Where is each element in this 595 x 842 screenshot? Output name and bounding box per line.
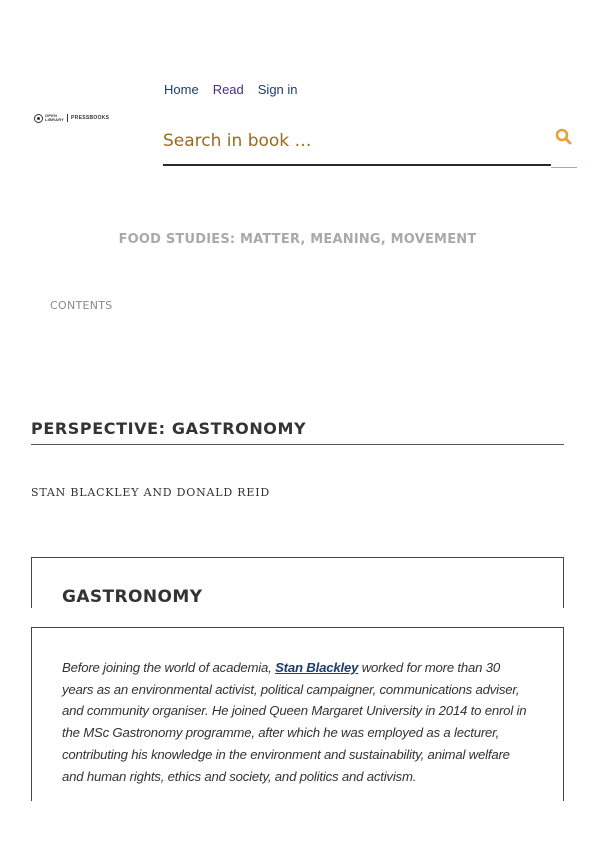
author-link-stan-blackley[interactable]: Stan Blackley: [275, 660, 358, 675]
bio-text-rest: worked for more than 30 years as an envi…: [62, 660, 527, 784]
top-navigation: Home Read Sign in: [164, 82, 298, 97]
chapter-authors: STAN BLACKLEY AND DONALD REID: [31, 486, 270, 499]
section-heading: GASTRONOMY: [62, 587, 203, 607]
book-title[interactable]: FOOD STUDIES: MATTER, MEANING, MOVEMENT: [0, 232, 595, 247]
author-bio: Before joining the world of academia, St…: [62, 657, 534, 787]
contents-toggle[interactable]: CONTENTS: [50, 299, 113, 312]
nav-link-read[interactable]: Read: [213, 82, 244, 97]
bio-text-start: Before joining the world of academia,: [62, 660, 276, 675]
open-library-pressbooks-logo[interactable]: OPEN LIBRARY PRESSBOOKS: [34, 111, 110, 125]
chapter-title: PERSPECTIVE: GASTRONOMY: [31, 419, 564, 445]
logo-wordmark: OPEN LIBRARY: [45, 114, 64, 122]
search-bar: [163, 118, 577, 170]
logo-brand-pressbooks: PRESSBOOKS: [71, 115, 110, 121]
logo-divider: [67, 114, 69, 122]
logo-line-library: LIBRARY: [45, 117, 65, 122]
page: OPEN LIBRARY PRESSBOOKS Home Read Sign i…: [0, 0, 595, 842]
search-input[interactable]: [163, 118, 551, 166]
search-icon: [555, 128, 572, 145]
open-library-logo-icon: [34, 113, 43, 123]
nav-link-sign-in[interactable]: Sign in: [258, 82, 298, 97]
search-button[interactable]: [551, 118, 577, 168]
nav-link-home[interactable]: Home: [164, 82, 199, 97]
